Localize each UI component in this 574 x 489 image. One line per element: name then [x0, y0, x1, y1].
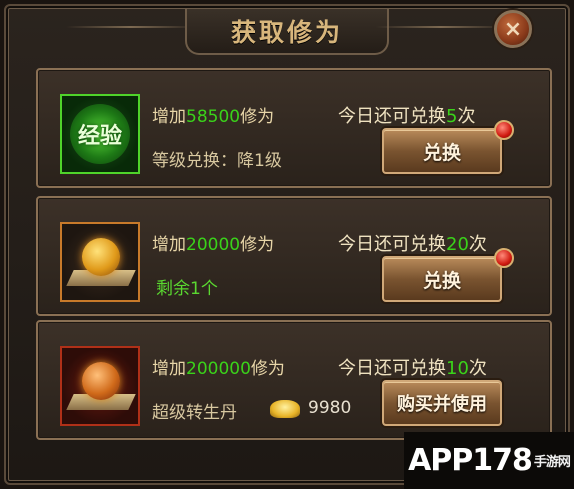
dialog-title: 获取修为	[230, 18, 343, 47]
remaining-count: 10	[446, 358, 469, 379]
remaining-count: 5	[446, 106, 458, 127]
dialog-header: 获取修为	[6, 6, 568, 62]
gain-text: 增加20000修为	[152, 235, 275, 255]
gain-text: 增加200000修为	[152, 359, 285, 379]
item-price: 9980	[308, 398, 352, 418]
gold-ingot-icon	[270, 400, 300, 418]
gain-amount: 58500	[186, 107, 241, 127]
remaining-exchanges: 今日还可兑换5次	[338, 106, 476, 127]
exchange-condition: 等级兑换：降1级	[152, 151, 282, 171]
exchange-row-rebirth-pill: 增加200000修为 超级转生丹 9980 今日还可兑换10次 购买并使用	[36, 320, 552, 440]
gain-amount: 200000	[186, 359, 251, 379]
remaining-exchanges: 今日还可兑换20次	[338, 234, 487, 255]
orb-sphere	[82, 238, 120, 276]
site-watermark: APP178 手游网	[404, 432, 574, 489]
close-button[interactable]: ×	[494, 10, 532, 48]
title-ornament-right	[376, 26, 506, 28]
notification-dot-icon	[494, 120, 514, 140]
gain-amount: 20000	[186, 235, 241, 255]
exchange-row-experience: 经验 增加58500修为 等级兑换：降1级 今日还可兑换5次 兑换	[36, 68, 552, 188]
experience-orb-icon: 经验	[60, 94, 140, 174]
item-name: 超级转生丹	[152, 403, 237, 423]
close-icon: ×	[503, 16, 523, 42]
golden-orb-icon	[60, 222, 140, 302]
exchange-row-golden-orb: 增加20000修为 剩余1个 今日还可兑换20次 兑换	[36, 196, 552, 316]
pill-sphere	[82, 362, 120, 400]
super-rebirth-pill-icon	[60, 346, 140, 426]
exchange-button[interactable]: 兑换	[382, 256, 502, 302]
notification-dot-icon	[494, 248, 514, 268]
title-plate: 获取修为	[185, 9, 389, 55]
exchange-button[interactable]: 兑换	[382, 128, 502, 174]
remaining-exchanges: 今日还可兑换10次	[338, 358, 487, 379]
remaining-items: 剩余1个	[156, 279, 218, 299]
title-ornament-left	[66, 26, 196, 28]
gain-text: 增加58500修为	[152, 107, 275, 127]
buy-and-use-button[interactable]: 购买并使用	[382, 380, 502, 426]
experience-glyph: 经验	[70, 104, 130, 164]
remaining-count: 20	[446, 234, 469, 255]
